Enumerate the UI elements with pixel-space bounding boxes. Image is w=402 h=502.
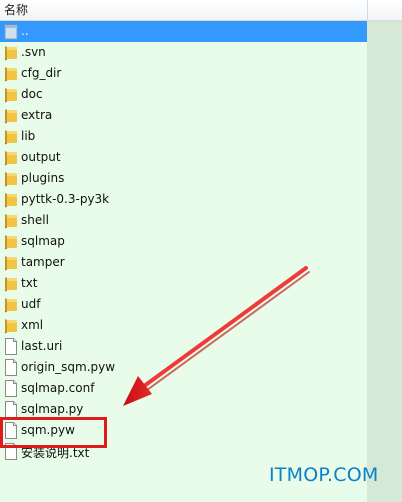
parent-folder-icon <box>4 23 18 40</box>
folder-icon <box>4 65 18 82</box>
folder-row[interactable]: doc <box>0 84 367 105</box>
folder-icon <box>4 275 18 292</box>
folder-row[interactable]: pyttk-0.3-py3k <box>0 189 367 210</box>
watermark-text: ITMOP.COM <box>269 464 379 486</box>
item-name: shell <box>21 213 49 227</box>
file-row[interactable]: origin_sqm.pyw <box>0 357 367 378</box>
item-name: last.uri <box>21 339 63 353</box>
folder-row[interactable]: udf <box>0 294 367 315</box>
item-name: lib <box>21 129 36 143</box>
item-name: doc <box>21 87 43 101</box>
file-icon <box>4 401 18 418</box>
item-name: origin_sqm.pyw <box>21 360 116 374</box>
folder-row[interactable]: xml <box>0 315 367 336</box>
folder-icon <box>4 107 18 124</box>
folder-row[interactable]: extra <box>0 105 367 126</box>
item-name: .svn <box>21 45 46 59</box>
item-name: .. <box>21 24 29 38</box>
folder-row[interactable]: output <box>0 147 367 168</box>
file-icon <box>4 380 18 397</box>
item-name: plugins <box>21 171 65 185</box>
folder-icon <box>4 149 18 166</box>
file-list-secondary-column <box>367 21 402 502</box>
item-name: sqlmap.conf <box>21 381 95 395</box>
folder-row[interactable]: .svn <box>0 42 367 63</box>
folder-icon <box>4 170 18 187</box>
folder-row[interactable]: .. <box>0 21 367 42</box>
folder-icon <box>4 296 18 313</box>
name-column-header[interactable]: 名称 <box>4 1 28 18</box>
item-name: sqlmap.py <box>21 402 84 416</box>
file-icon <box>4 338 18 355</box>
item-name: tamper <box>21 255 65 269</box>
folder-icon <box>4 254 18 271</box>
file-row[interactable]: last.uri <box>0 336 367 357</box>
folder-row[interactable]: txt <box>0 273 367 294</box>
folder-row[interactable]: tamper <box>0 252 367 273</box>
file-row[interactable]: sqlmap.conf <box>0 378 367 399</box>
folder-row[interactable]: lib <box>0 126 367 147</box>
folder-icon <box>4 191 18 208</box>
column-header-bar: 名称 ˄ <box>0 0 402 21</box>
folder-row[interactable]: plugins <box>0 168 367 189</box>
item-name: txt <box>21 276 38 290</box>
column-divider[interactable] <box>367 0 368 21</box>
folder-row[interactable]: cfg_dir <box>0 63 367 84</box>
folder-icon <box>4 212 18 229</box>
sort-indicator-icon: ˄ <box>176 0 184 7</box>
item-name: output <box>21 150 61 164</box>
item-name: extra <box>21 108 53 122</box>
folder-icon <box>4 44 18 61</box>
item-name: pyttk-0.3-py3k <box>21 192 110 206</box>
folder-icon <box>4 128 18 145</box>
highlight-box <box>0 417 107 448</box>
item-name: xml <box>21 318 44 332</box>
file-icon <box>4 359 18 376</box>
folder-icon <box>4 86 18 103</box>
item-name: cfg_dir <box>21 66 62 80</box>
folder-icon <box>4 233 18 250</box>
folder-icon <box>4 317 18 334</box>
item-name: udf <box>21 297 41 311</box>
folder-row[interactable]: shell <box>0 210 367 231</box>
folder-row[interactable]: sqlmap <box>0 231 367 252</box>
item-name: sqlmap <box>21 234 65 248</box>
